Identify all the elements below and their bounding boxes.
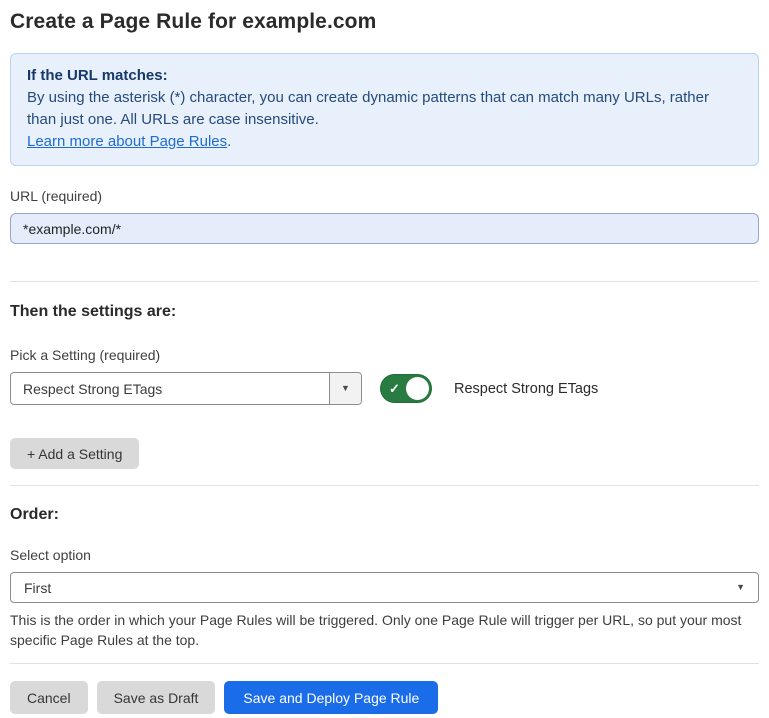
setting-select-arrow-button[interactable]: ▼ [329, 373, 361, 404]
url-input[interactable] [10, 213, 759, 244]
learn-more-link[interactable]: Learn more about Page Rules [27, 133, 227, 150]
setting-row: Respect Strong ETags ▼ ✓ Respect Strong … [10, 372, 759, 405]
link-suffix: . [227, 133, 231, 150]
order-heading: Order: [10, 506, 759, 524]
footer-buttons: Cancel Save as Draft Save and Deploy Pag… [10, 681, 759, 714]
save-deploy-button[interactable]: Save and Deploy Page Rule [224, 681, 438, 714]
setting-select-value: Respect Strong ETags [11, 373, 329, 404]
divider [10, 485, 759, 486]
chevron-down-icon: ▼ [736, 583, 745, 592]
setting-select[interactable]: Respect Strong ETags ▼ [10, 372, 362, 405]
divider [10, 281, 759, 282]
toggle-label: Respect Strong ETags [454, 381, 598, 397]
save-draft-button[interactable]: Save as Draft [97, 681, 216, 714]
info-box-body: By using the asterisk (*) character, you… [27, 87, 742, 131]
divider [10, 663, 759, 664]
info-link-row: Learn more about Page Rules. [27, 131, 742, 153]
order-help-text: This is the order in which your Page Rul… [10, 610, 750, 650]
toggle-knob [406, 377, 429, 400]
add-setting-button[interactable]: + Add a Setting [10, 438, 139, 469]
check-icon: ✓ [389, 382, 400, 395]
etags-toggle[interactable]: ✓ [380, 374, 432, 403]
page-title: Create a Page Rule for example.com [10, 10, 759, 34]
select-option-label: Select option [10, 547, 759, 563]
chevron-down-icon: ▼ [341, 384, 350, 393]
pick-setting-label: Pick a Setting (required) [10, 347, 759, 363]
info-box-heading: If the URL matches: [27, 65, 742, 87]
order-select[interactable]: First ▼ [10, 572, 759, 603]
cancel-button[interactable]: Cancel [10, 681, 88, 714]
url-label: URL (required) [10, 188, 759, 204]
settings-heading: Then the settings are: [10, 303, 759, 321]
order-select-value: First [24, 580, 51, 596]
url-match-info-box: If the URL matches: By using the asteris… [10, 53, 759, 166]
